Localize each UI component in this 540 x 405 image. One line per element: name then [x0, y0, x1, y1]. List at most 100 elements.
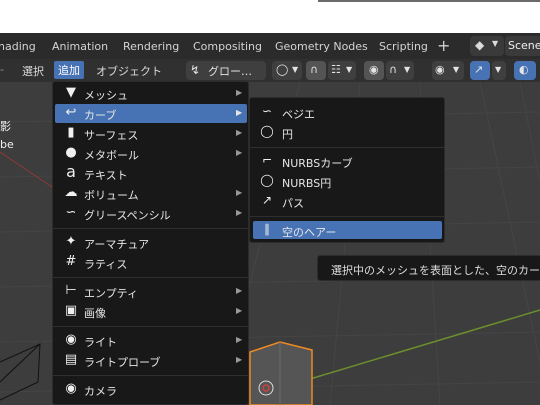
menu-item-text[interactable]: a テキスト	[55, 162, 247, 183]
menu-item-camera[interactable]: ◉ カメラ	[55, 380, 247, 399]
chevron-down-icon: ▼	[492, 39, 499, 48]
submenu-item-path[interactable]: ↗ パス	[253, 192, 442, 210]
viewport-side-text-2: be	[0, 138, 14, 151]
proportional-icon: ◉	[369, 63, 379, 76]
tooltip: 選択中のメッシュを表面とした、空のカー	[317, 255, 540, 281]
submenu-item-nurbs-circle[interactable]: ◯ NURBS円	[253, 172, 442, 190]
bezier-icon: ∽	[261, 104, 273, 118]
viewport-header: - 選択 追加 オブジェクト ↯ グロー… ◯ ▼ ∩ ☷ ▼ ◉ ∩ ▼ ◉ …	[0, 59, 540, 82]
light-icon: ◉	[65, 332, 77, 347]
submenu-arrow-icon: ▶	[236, 108, 243, 117]
curve-icon: ↩	[65, 105, 77, 120]
path-icon: ↗	[261, 193, 273, 207]
chevron-down-icon: ▼	[346, 65, 353, 74]
menu-item-lattice[interactable]: # ラティス	[55, 253, 247, 272]
orientation-icon: ↯	[190, 63, 201, 77]
light-probe-icon: ▤	[64, 352, 78, 367]
volume-icon: ☁	[64, 185, 78, 200]
snap-target-dropdown[interactable]: ☷ ▼	[328, 61, 356, 80]
submenu-arrow-icon: ▶	[236, 188, 243, 197]
pivot-point-dropdown[interactable]: ◯ ▼	[272, 61, 302, 80]
menu-separator	[53, 277, 248, 278]
submenu-arrow-icon: ▶	[236, 306, 243, 315]
nurbs-circle-icon: ◯	[260, 173, 274, 187]
overlays-icon: ◐	[519, 63, 529, 76]
gizmo-icon: ↗	[474, 63, 484, 76]
header-dash: -	[0, 63, 4, 76]
nurbs-curve-icon: ⌐	[261, 153, 273, 167]
image-icon: ▣	[64, 303, 78, 318]
armature-icon: ✦	[65, 234, 77, 249]
gizmo-toggle[interactable]: ↗	[470, 61, 490, 80]
menu-item-light[interactable]: ◉ ライト ▶	[55, 331, 247, 350]
orientation-label: グロー…	[208, 65, 252, 78]
circle-curve-icon: ◯	[260, 124, 274, 138]
object-menu[interactable]: オブジェクト	[96, 63, 162, 79]
scene-name-field[interactable]: Scene	[505, 36, 540, 56]
text-icon: a	[66, 162, 76, 181]
submenu-arrow-icon: ▶	[236, 335, 243, 344]
menu-item-metaball[interactable]: ● メタボール ▶	[55, 144, 247, 163]
magnet-icon: ∩	[310, 63, 319, 76]
lattice-icon: #	[65, 254, 77, 269]
tab-shading[interactable]: hading	[0, 40, 36, 53]
menu-item-volume[interactable]: ☁ ボリューム ▶	[55, 184, 247, 203]
transform-orientation-dropdown[interactable]: ↯ グロー…	[186, 61, 266, 80]
submenu-arrow-icon: ▶	[236, 128, 243, 137]
curve-submenu: ∽ ベジエ ◯ 円 ⌐ NURBSカーブ ◯ NURBS円 ↗ パス ∥ 空のヘ…	[249, 97, 445, 243]
submenu-arrow-icon: ▶	[236, 148, 243, 157]
falloff-dropdown[interactable]: ∩ ▼	[386, 61, 414, 80]
metaball-icon: ●	[65, 145, 77, 160]
submenu-separator	[250, 147, 444, 148]
tab-scripting[interactable]: Scripting	[379, 40, 428, 53]
strip-edge	[318, 0, 540, 2]
scene-selector-button[interactable]: ◆ ▼	[470, 36, 504, 56]
menu-separator	[53, 326, 248, 327]
add-menu-dropdown: ▼ メッシュ ▶ ↩ カーブ ▶ ▮ サーフェス ▶ ● メタボール ▶ a テ…	[52, 81, 249, 405]
menu-item-grease-pencil[interactable]: ∽ グリースペンシル ▶	[55, 204, 247, 223]
menu-item-curve[interactable]: ↩ カーブ ▶	[55, 104, 247, 123]
empty-hair-icon: ∥	[264, 222, 270, 236]
falloff-curve-icon: ∩	[389, 63, 398, 76]
chevron-down-icon: ▼	[495, 65, 502, 74]
submenu-separator	[250, 216, 444, 217]
snap-toggle[interactable]: ∩	[306, 61, 326, 80]
empty-icon: ⊢	[65, 283, 77, 298]
submenu-item-empty-hair[interactable]: ∥ 空のヘアー	[253, 221, 442, 239]
scene-icon: ◆	[475, 38, 485, 52]
select-menu[interactable]: 選択	[22, 63, 44, 79]
submenu-item-bezier[interactable]: ∽ ベジエ	[253, 103, 442, 121]
menu-item-image[interactable]: ▣ 画像 ▶	[55, 302, 247, 321]
submenu-item-nurbs-curve[interactable]: ⌐ NURBSカーブ	[253, 152, 442, 170]
tab-compositing[interactable]: Compositing	[193, 40, 262, 53]
camera-icon: ◉	[65, 381, 77, 396]
grease-pencil-icon: ∽	[65, 205, 77, 220]
menu-separator	[53, 375, 248, 376]
add-menu[interactable]: 追加	[54, 61, 84, 79]
menu-item-armature[interactable]: ✦ アーマチュア	[55, 233, 247, 252]
viewport-side-text-1: 影	[0, 120, 11, 133]
menu-separator	[53, 228, 248, 229]
pivot-icon: ◯	[276, 63, 289, 76]
chevron-down-icon: ▼	[453, 65, 460, 74]
menu-item-empty[interactable]: ⊢ エンプティ ▶	[55, 282, 247, 301]
scene-name: Scene	[508, 39, 540, 52]
menu-item-mesh[interactable]: ▼ メッシュ ▶	[55, 84, 247, 103]
tab-geometry-nodes[interactable]: Geometry Nodes	[275, 40, 368, 53]
submenu-arrow-icon: ▶	[236, 286, 243, 295]
submenu-item-circle[interactable]: ◯ 円	[253, 123, 442, 141]
tab-rendering[interactable]: Rendering	[123, 40, 179, 53]
gizmo-dropdown[interactable]: ▼	[492, 61, 506, 80]
chevron-down-icon: ▼	[292, 65, 299, 74]
menu-item-light-probe[interactable]: ▤ ライトプローブ ▶	[55, 351, 247, 370]
proportional-edit-toggle[interactable]: ◉	[364, 61, 384, 80]
menu-item-surface[interactable]: ▮ サーフェス ▶	[55, 124, 247, 143]
visibility-dropdown[interactable]: ◉ ▼	[432, 61, 464, 80]
tab-animation[interactable]: Animation	[52, 40, 108, 53]
top-app-strip	[0, 0, 540, 33]
submenu-arrow-icon: ▶	[236, 88, 243, 97]
tooltip-text: 選択中のメッシュを表面とした、空のカー	[331, 264, 540, 277]
overlays-toggle[interactable]: ◐	[514, 61, 536, 80]
add-workspace-button[interactable]: +	[437, 36, 450, 55]
workspace-tab-bar: hading Animation Rendering Compositing G…	[0, 33, 540, 59]
